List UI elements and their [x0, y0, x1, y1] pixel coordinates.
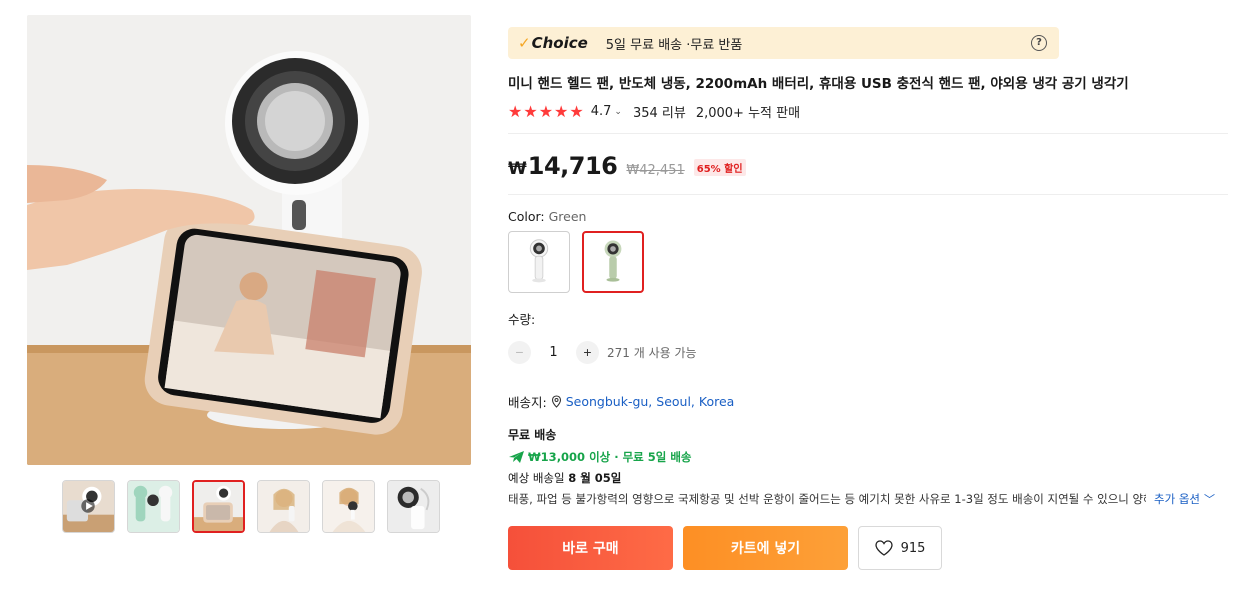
quantity-value[interactable]: 1 [531, 345, 576, 360]
choice-badge-bar[interactable]: ✓ Choice 5일 무료 배송 ·무료 반품 ? [508, 27, 1059, 59]
sold-count: 2,000+ 누적 판매 [695, 106, 801, 121]
question-circle-icon[interactable]: ? [1031, 35, 1047, 51]
check-icon: ✓ [518, 34, 531, 52]
quantity-label: 수량: [508, 312, 536, 327]
product-page: ✓ Choice 5일 무료 배송 ·무료 반품 ? 미니 핸드 헬드 팬, 반… [0, 0, 1234, 594]
estimated-delivery: 예상 배송일 8 월 05일 [508, 470, 1228, 486]
current-price: 14,716 [527, 152, 618, 180]
thumbnail-video[interactable] [62, 480, 115, 533]
thumbnail-image [323, 481, 374, 532]
thumbnail-image [128, 481, 179, 532]
divider [508, 133, 1228, 134]
thumbnail-image [258, 481, 309, 532]
free-shipping-promo: ₩13,000 이상 · 무료 5일 배송 [508, 449, 1228, 465]
free-shipping-promo-text: ₩13,000 이상 · 무료 5일 배송 [528, 450, 692, 464]
thumbnail-3-selected[interactable] [192, 480, 245, 533]
color-label: Color: Green [508, 209, 1228, 224]
delivery-notice: 태풍, 파업 등 불가항력의 영향으로 국제항공 및 선박 운항이 줄어드는 등… [508, 492, 1146, 506]
add-to-cart-button[interactable]: 카트에 넣기 [683, 526, 848, 570]
green-fan-image [604, 240, 622, 282]
discount-badge: 65% 할인 [693, 159, 746, 176]
free-shipping-title: 무료 배송 [508, 428, 557, 442]
star-icon: ★ [538, 101, 554, 121]
chevron-down-icon[interactable]: ⌄ [614, 107, 622, 117]
thumbnail-image [388, 481, 439, 532]
product-title: 미니 핸드 헬드 팬, 반도체 냉동, 2200mAh 배터리, 휴대용 USB… [508, 76, 1129, 92]
reviews-link[interactable]: 354 리뷰 [633, 102, 686, 121]
rating-value[interactable]: 4.7 [591, 104, 612, 119]
thumbnail-2[interactable] [127, 480, 180, 533]
white-fan-image [529, 239, 549, 283]
eta-date: 8 월 05일 [568, 471, 622, 485]
thumbnail-image [194, 482, 243, 531]
thumbnail-5[interactable] [322, 480, 375, 533]
thumbnail-4[interactable] [257, 480, 310, 533]
divider [508, 194, 1228, 195]
thumbnail-image [63, 481, 114, 532]
color-label-text: Color: [508, 209, 549, 224]
thumbnail-6[interactable] [387, 480, 440, 533]
ship-to-location-link[interactable]: Seongbuk-gu, Seoul, Korea [566, 394, 735, 409]
original-price: ₩42,451 [626, 163, 685, 178]
wishlist-count: 915 [900, 540, 926, 556]
plane-icon [509, 451, 524, 463]
buy-now-button[interactable]: 바로 구매 [508, 526, 673, 570]
eta-prefix: 예상 배송일 [508, 471, 569, 485]
price-row: ₩ 14,716 ₩42,451 65% 할인 [508, 152, 1228, 180]
more-options-link[interactable]: 추가 옵션 ﹀ [1154, 491, 1215, 507]
rating-row: ★ ★ ★ ★ ★ 4.7 ⌄ 354 리뷰 2,000+ 누적 판매 [508, 102, 1228, 121]
quantity-decrease-button[interactable]: − [508, 341, 531, 364]
star-icon: ★ [523, 101, 538, 121]
rating-stars: ★ ★ ★ ★ ★ [508, 101, 584, 121]
wishlist-button[interactable]: 915 [858, 526, 942, 570]
selected-color: Green [548, 209, 587, 224]
star-icon: ★ [569, 101, 584, 121]
more-options-label: 추가 옵션 [1154, 492, 1200, 506]
delivery-notice-row: 태풍, 파업 등 불가항력의 영향으로 국제항공 및 선박 운항이 줄어드는 등… [508, 491, 1228, 507]
price-currency: ₩ [508, 159, 527, 179]
choice-logo: ✓ Choice [518, 34, 588, 52]
chevron-down-icon: ﹀ [1203, 493, 1215, 506]
ship-to-row: 배송지: Seongbuk-gu, Seoul, Korea [508, 392, 1228, 411]
quantity-stepper: − 1 + 271 개 사용 가능 [508, 341, 1228, 364]
choice-logo-text: Choice [531, 34, 588, 52]
quantity-available: 271 개 사용 가능 [607, 346, 697, 360]
thumbnail-strip [62, 480, 440, 533]
ship-to-label: 배송지: [508, 395, 547, 410]
location-pin-icon [551, 395, 561, 408]
choice-benefits-text: 5일 무료 배송 ·무료 반품 [605, 37, 743, 53]
heart-icon [874, 540, 893, 556]
color-swatches [508, 231, 1228, 293]
product-photo [27, 15, 471, 465]
action-buttons: 바로 구매 카트에 넣기 915 [508, 526, 1228, 570]
swatch-white[interactable] [508, 231, 570, 293]
quantity-increase-button[interactable]: + [576, 341, 599, 364]
star-icon: ★ [508, 101, 523, 121]
product-info-panel: ✓ Choice 5일 무료 배송 ·무료 반품 ? 미니 핸드 헬드 팬, 반… [508, 27, 1228, 570]
main-product-image [27, 15, 471, 465]
star-icon: ★ [554, 101, 569, 121]
swatch-green[interactable] [582, 231, 644, 293]
